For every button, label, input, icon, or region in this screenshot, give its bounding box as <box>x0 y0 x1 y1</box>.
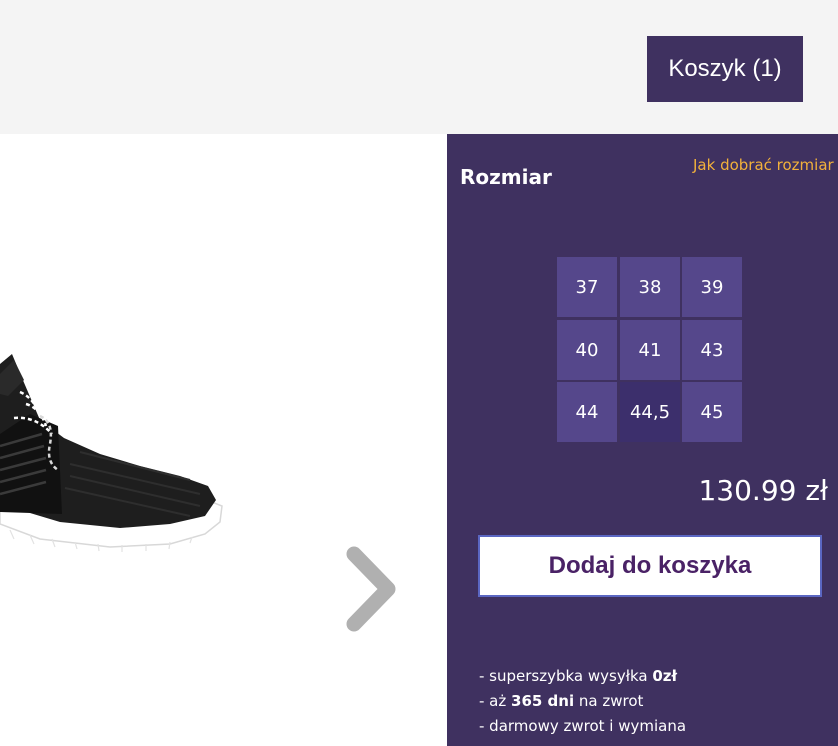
size-option[interactable]: 43 <box>682 320 742 380</box>
size-option[interactable]: 37 <box>557 257 617 317</box>
benefit-item: - superszybka wysyłka 0zł <box>479 667 678 685</box>
size-option[interactable]: 38 <box>620 257 680 317</box>
size-option-selected[interactable]: 44,5 <box>620 382 680 442</box>
sneaker-image <box>0 354 223 552</box>
size-grid: 37 38 39 40 41 43 44 44,5 45 <box>557 257 743 443</box>
size-guide-link[interactable]: Jak dobrać rozmiar <box>693 156 834 174</box>
benefit-item: - aż 365 dni na zwrot <box>479 692 644 710</box>
size-option[interactable]: 44 <box>557 382 617 442</box>
size-option[interactable]: 45 <box>682 382 742 442</box>
size-option[interactable]: 41 <box>620 320 680 380</box>
product-panel: Rozmiar Jak dobrać rozmiar 37 38 39 40 4… <box>447 134 838 746</box>
benefits-list: - superszybka wysyłka 0zł - aż 365 dni n… <box>479 666 686 741</box>
size-title: Rozmiar <box>460 165 552 189</box>
cart-button[interactable]: Koszyk (1) <box>647 36 803 102</box>
size-option[interactable]: 39 <box>682 257 742 317</box>
product-price: 130.99 zł <box>698 474 828 507</box>
add-to-cart-button[interactable]: Dodaj do koszyka <box>478 535 822 597</box>
top-bar: Koszyk (1) <box>0 0 838 134</box>
size-option[interactable]: 40 <box>557 320 617 380</box>
chevron-right-icon[interactable] <box>340 544 402 634</box>
benefit-item: - darmowy zwrot i wymiana <box>479 717 687 735</box>
product-gallery <box>0 134 447 746</box>
